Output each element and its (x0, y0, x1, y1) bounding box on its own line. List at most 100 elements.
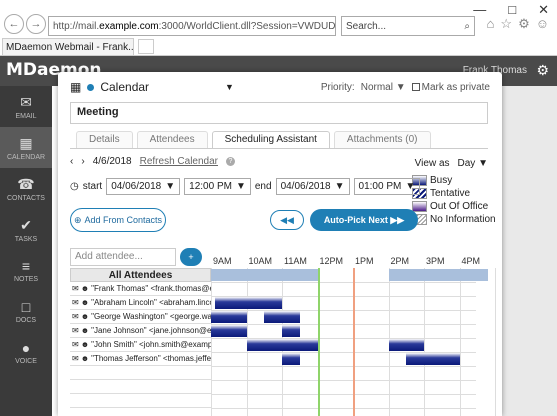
row-gridline (211, 380, 476, 381)
sidebar-item-calendar[interactable]: ▦ CALENDAR (0, 127, 52, 168)
busy-block (246, 339, 318, 351)
smiley-icon[interactable]: ☺ (536, 16, 549, 32)
attendee-row[interactable]: ✉☻"Abraham Lincoln" <abraham.lincoln@exa… (70, 296, 211, 310)
row-gridline (211, 282, 476, 283)
busy-block (214, 297, 282, 309)
hour-label: 2PM (390, 256, 410, 266)
check-icon: ✔ (20, 216, 32, 233)
meeting-start-line (317, 268, 320, 416)
tab-details[interactable]: Details (76, 131, 133, 148)
sidebar-item-notes[interactable]: ≡ NOTES (0, 250, 52, 291)
calendar-selector[interactable]: ▦ Calendar ▼ (70, 80, 234, 94)
add-from-contacts-label: Add From Contacts (84, 215, 163, 225)
subject-input[interactable]: Meeting (70, 102, 488, 124)
envelope-icon[interactable]: ✉ (72, 284, 79, 293)
end-time-field[interactable]: 01:00 PM ▼ (353, 178, 421, 195)
attendee-row[interactable]: ✉☻"Jane Johnson" <jane.johnson@example.c… (70, 324, 211, 338)
envelope-icon[interactable]: ✉ (72, 326, 79, 335)
hour-label: 3PM (426, 256, 445, 266)
person-icon: ☻ (80, 298, 90, 307)
auto-pick-previous-button[interactable]: ◀◀ (270, 210, 304, 230)
attendee-name: "Frank Thomas" <frank.thomas@example.com… (91, 284, 211, 293)
minimize-button[interactable]: — (473, 2, 486, 18)
double-left-icon: ◀◀ (280, 214, 294, 225)
view-as-select[interactable]: Day ▼ (458, 158, 488, 169)
settings-icon[interactable]: ⚙ (518, 16, 530, 32)
attendee-name: "George Washington" <george.washington@e… (91, 312, 211, 321)
contacts-icon: ⊕ (73, 214, 82, 225)
back-arrow-icon: ← (8, 18, 20, 30)
sidebar-item-email[interactable]: ✉ EMAIL (0, 86, 52, 127)
attendee-row[interactable]: ✉☻"Thomas Jefferson" <thomas.jefferson@e… (70, 352, 211, 366)
gear-icon[interactable]: ⚙ (536, 62, 549, 79)
browser-chrome: — □ ✕ ← → http://mail. example.com:3000/W… (0, 0, 557, 56)
auto-pick-next-button[interactable]: Auto-Pick Next ▶▶ (310, 209, 418, 231)
dialog-tabs: Details Attendees Scheduling Assistant A… (70, 131, 488, 149)
attendee-row[interactable]: ✉☻"Frank Thomas" <frank.thomas@example.c… (70, 282, 211, 296)
row-gridline (211, 366, 476, 367)
envelope-icon[interactable]: ✉ (72, 354, 79, 363)
url-rest: :3000/WorldClient.dll?Session=VWDUDA (158, 20, 336, 32)
hour-label: 1PM (355, 256, 374, 266)
browser-search-input[interactable]: Search... ⌕ (341, 16, 475, 36)
next-day-icon[interactable]: › (81, 156, 84, 167)
help-icon[interactable]: ? (226, 157, 235, 166)
attendee-name: "John Smith" <john.smith@example.com> (91, 340, 211, 349)
start-date-field[interactable]: 04/06/2018 ▼ (106, 178, 181, 195)
new-tab-button[interactable] (138, 39, 154, 54)
legend-busy: Busy (412, 174, 496, 187)
tab-attachments[interactable]: Attachments (0) (333, 131, 431, 148)
phone-icon: ☎ (17, 175, 35, 192)
sidebar-item-label: VOICE (15, 358, 37, 365)
combined-busy-band (211, 269, 318, 281)
refresh-calendar-link[interactable]: Refresh Calendar (140, 156, 218, 167)
forward-button[interactable]: → (26, 14, 46, 34)
sidebar-item-voice[interactable]: ● VOICE (0, 332, 52, 373)
row-gridline (211, 310, 476, 311)
prev-day-icon[interactable]: ‹ (70, 156, 73, 167)
view-as-value: Day (457, 158, 476, 169)
tab-scheduling-assistant[interactable]: Scheduling Assistant (211, 131, 330, 148)
add-from-contacts-button[interactable]: ⊕ Add From Contacts (70, 208, 166, 232)
back-button[interactable]: ← (4, 14, 24, 34)
schedule-cells[interactable] (211, 268, 496, 416)
attendee-row[interactable]: ✉☻"George Washington" <george.washington… (70, 310, 211, 324)
hour-label: 11AM (284, 256, 307, 266)
clock-icon: ◷ (70, 181, 79, 192)
sidebar-item-label: CONTACTS (7, 194, 45, 202)
envelope-icon[interactable]: ✉ (72, 340, 79, 349)
address-bar[interactable]: http://mail. example.com:3000/WorldClient… (48, 16, 336, 36)
sidebar-item-label: CALENDAR (6, 153, 46, 161)
person-icon: ☻ (80, 340, 90, 349)
tab-attendees[interactable]: Attendees (136, 131, 208, 148)
person-icon: ☻ (80, 326, 90, 335)
row-gridline (211, 394, 476, 395)
star-icon[interactable]: ☆ (500, 16, 512, 32)
home-icon[interactable]: ⌂ (487, 16, 495, 32)
priority-select[interactable]: Normal ▼ (361, 82, 406, 93)
envelope-icon[interactable]: ✉ (72, 312, 79, 321)
hour-header: 9AM 10AM 11AM 12PM 1PM 2PM 3PM 4PM (211, 256, 480, 268)
end-date-field[interactable]: 04/06/2018 ▼ (275, 178, 350, 195)
sidebar-item-docs[interactable]: □ DOCS (0, 291, 52, 332)
event-dialog: ▦ Calendar ▼ Priority: Normal ▼ Mark as … (58, 72, 502, 416)
sidebar-item-label: DOCS (15, 317, 37, 324)
empty-row (70, 380, 211, 394)
private-checkbox[interactable]: Mark as private (411, 82, 490, 93)
person-icon: ☻ (80, 284, 90, 293)
chevron-down-icon: ▼ (225, 82, 234, 92)
empty-row (70, 366, 211, 380)
sidebar-item-contacts[interactable]: ☎ CONTACTS (0, 168, 52, 209)
busy-block (264, 311, 300, 323)
attendee-row[interactable]: ✉☻"John Smith" <john.smith@example.com> (70, 338, 211, 352)
attendee-column: All Attendees ✉ ☻ "Frank Thomas" <frank.th… (70, 268, 211, 408)
envelope-icon[interactable]: ✉ (72, 298, 79, 307)
sidebar-item-label: EMAIL (15, 112, 37, 120)
combined-busy-band (388, 269, 488, 281)
browser-tab[interactable]: MDaemon Webmail - Frank... (2, 38, 134, 55)
meeting-end-line (353, 268, 355, 416)
hour-label: 9AM (213, 256, 232, 266)
sidebar-item-label: TASKS (14, 235, 38, 243)
sidebar-item-tasks[interactable]: ✔ TASKS (0, 209, 52, 250)
start-time-field[interactable]: 12:00 PM ▼ (184, 178, 251, 195)
